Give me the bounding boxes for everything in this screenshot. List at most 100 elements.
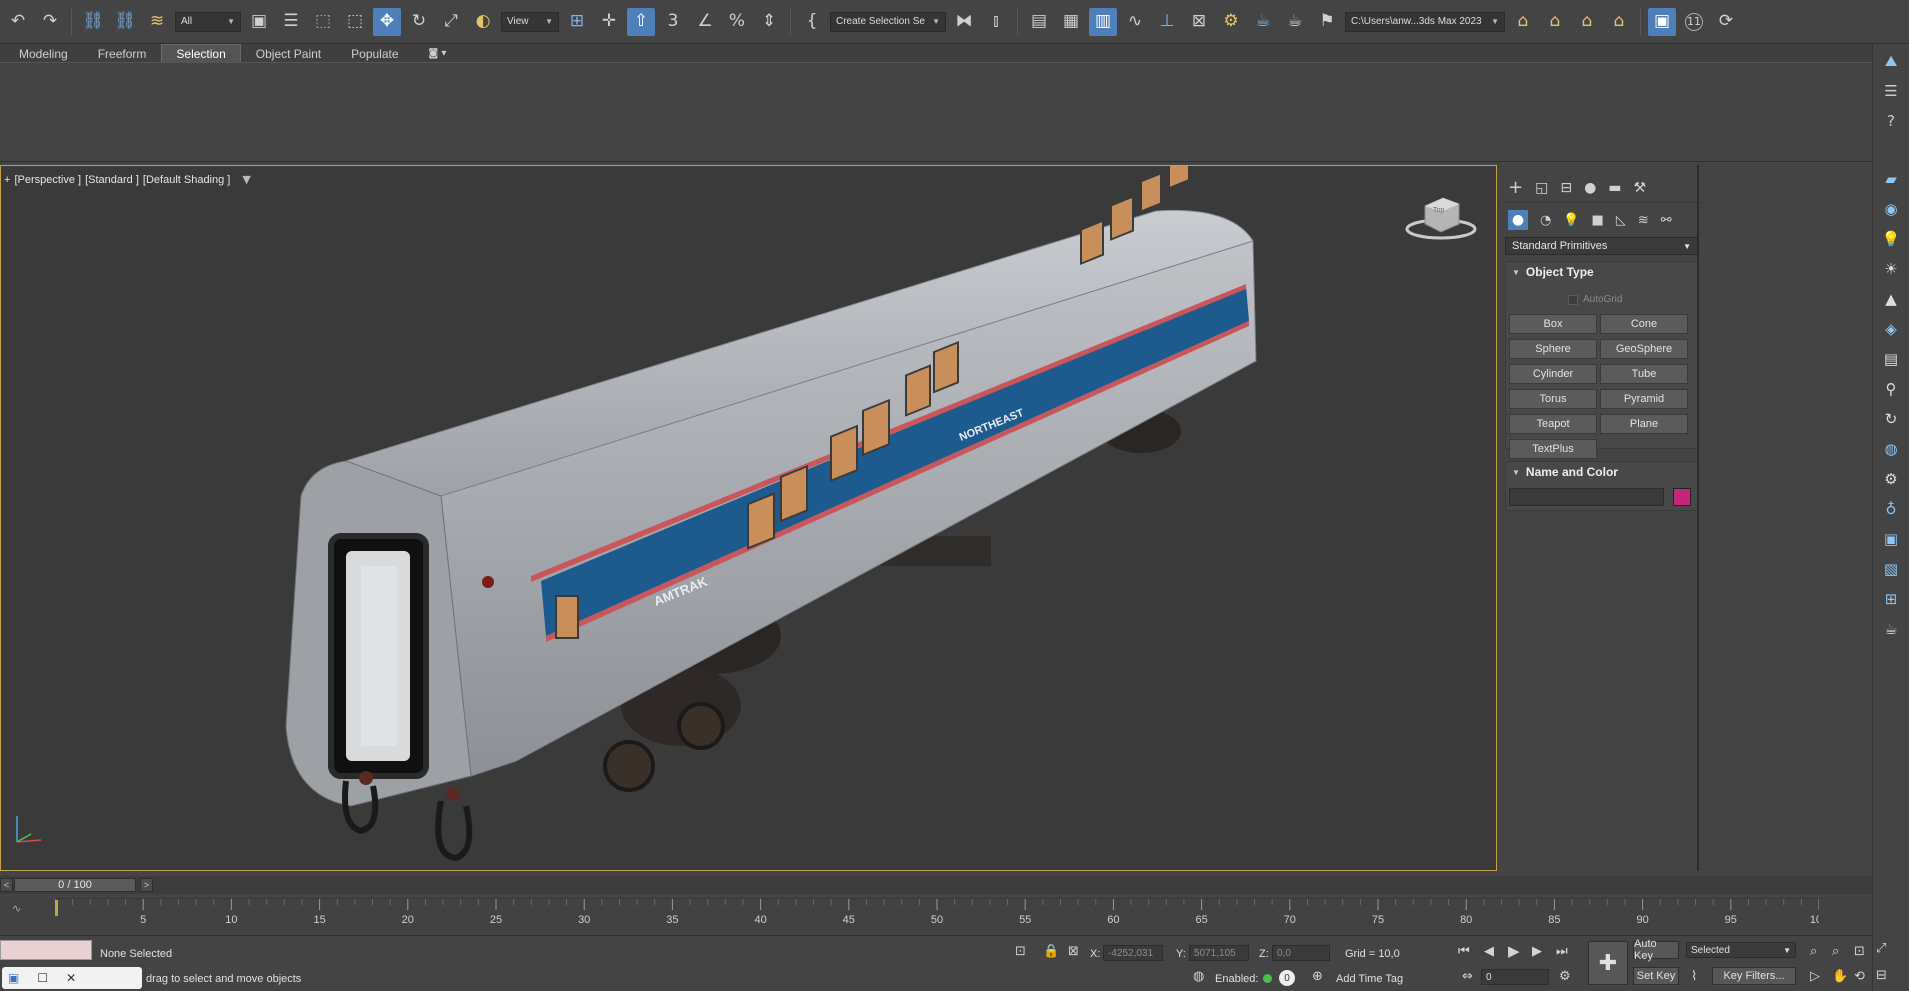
display-tab-icon[interactable]: ▬ [1608,181,1621,195]
time-tag-icon[interactable]: ⊕ [1312,969,1323,984]
previous-frame-icon[interactable]: ◀ [1484,944,1494,959]
rectangular-selection-icon[interactable]: ⬚ [309,8,337,36]
cameras-category-icon[interactable]: ■ [1592,214,1604,227]
cylinder-button[interactable]: Cylinder [1509,364,1597,384]
orbit-icon[interactable]: ⟲ [1854,969,1865,984]
render-preview-icon[interactable]: ◉ [1881,198,1901,220]
go-to-end-icon[interactable]: ⏭ [1556,944,1568,959]
zoom-all-icon[interactable]: ⌕ [1832,944,1839,959]
curve-editor-icon[interactable]: ∿ [1121,8,1149,36]
autogrid-checkbox[interactable]: AutoGrid [1568,294,1622,305]
geometry-category-icon[interactable]: ● [1508,210,1528,230]
tab-selection[interactable]: Selection [161,44,241,62]
tab-populate[interactable]: Populate [336,44,413,62]
viewport-standard-menu[interactable]: [Standard ] [85,174,139,186]
torus-button[interactable]: Torus [1509,389,1597,409]
auto-key-button[interactable]: Auto Key [1633,938,1679,962]
ribbon-options-icon[interactable]: ◙ ▾ [414,44,462,62]
perspective-viewport[interactable]: AMTRAK NORTHEAST Top + [Perspective] [S… [0,165,1497,871]
globe-icon[interactable]: ◍ [1881,438,1901,460]
time-slider-next-button[interactable]: > [140,878,153,892]
viewport-toggle-icon[interactable]: ⊟ [1876,968,1887,983]
select-object-icon[interactable]: ▣ [245,8,273,36]
maximize-viewport-icon[interactable]: ⤢ [1876,941,1886,956]
viewport-general-menu[interactable]: + [4,174,10,186]
select-by-name-icon[interactable]: ☰ [277,8,305,36]
cone-button[interactable]: Cone [1600,314,1688,334]
refresh-icon[interactable]: ↻ [1881,408,1901,430]
grass-icon[interactable]: ◈ [1881,318,1901,340]
open-project-icon[interactable]: ⌂ [1541,8,1569,36]
select-and-rotate-icon[interactable]: ↻ [405,8,433,36]
undo-icon[interactable]: ↶ [4,8,32,36]
sphere-button[interactable]: Sphere [1509,339,1597,359]
trackbar[interactable]: ∿ 5 10 15 20 25 30 35 40 45 50 55 60 65 70 75 80 85 90 95 1… [0,898,1872,930]
filter-icon[interactable]: ▼ [242,173,250,186]
maximize-icon[interactable]: ☐ [37,971,48,985]
select-manipulate-icon[interactable]: ✛ [595,8,623,36]
pan-view-icon[interactable]: ✋ [1832,969,1848,984]
key-filters-button[interactable]: Key Filters... [1712,967,1796,985]
zoom-icon[interactable]: ⌕ [1810,944,1817,959]
play-icon[interactable]: ▶ [1508,942,1520,960]
time-configuration-icon[interactable]: ⚙ [1559,969,1571,984]
project-folder-dropdown[interactable]: C:\Users\anw...3ds Max 2023 ▼ [1345,11,1505,32]
menu-icon[interactable]: ☰ [1881,80,1901,102]
plane-button[interactable]: Plane [1600,414,1688,434]
sync-icon[interactable]: ⟳ [1712,8,1740,36]
primitive-category-dropdown[interactable]: Standard Primitives ▼ [1505,237,1698,255]
reference-coordinate-dropdown[interactable]: View ▼ [501,11,559,32]
rendered-frame-window-icon[interactable]: ☕ [1249,8,1277,36]
sign-in-icon[interactable]: ⛰ [1881,50,1901,72]
time-slider-thumb[interactable]: 0 / 100 [14,878,136,892]
object-name-field[interactable] [1509,488,1664,506]
teapot-icon[interactable]: ☕ [1881,618,1901,640]
tube-button[interactable]: Tube [1600,364,1688,384]
add-time-tag-label[interactable]: Add Time Tag [1336,973,1403,985]
current-frame-field[interactable]: 0 [1481,969,1549,985]
box-button[interactable]: Box [1509,314,1597,334]
layer-explorer-icon[interactable]: ▦ [1057,8,1085,36]
pivot-point-center-icon[interactable]: ⊞ [563,8,591,36]
isolate-selection-icon[interactable]: ⊡ [1015,944,1026,959]
panel-icon[interactable]: ▣ [1881,528,1901,550]
absolute-transform-icon[interactable]: ⊠ [1068,944,1079,959]
create-tab-icon[interactable]: + [1508,178,1523,197]
textplus-button[interactable]: TextPlus [1509,439,1597,459]
render-in-cloud-icon[interactable]: ⚑ [1313,8,1341,36]
render-setup-icon[interactable]: ⚙ [1217,8,1245,36]
adaptive-degradation-icon[interactable]: ◍ [1193,969,1204,984]
angle-snap-icon[interactable]: ∠ [691,8,719,36]
selection-filter-dropdown[interactable]: All ▼ [175,11,241,32]
frame-icon[interactable]: ▧ [1881,558,1901,580]
percent-snap-icon[interactable]: % [723,8,751,36]
object-type-header[interactable]: ▼ Object Type [1506,262,1697,282]
viewport-shading-menu[interactable]: [Default Shading ] [143,174,230,186]
modify-tab-icon[interactable]: ◱ [1535,181,1548,195]
lock-selection-icon[interactable]: 🔒 [1043,944,1059,959]
select-and-place-icon[interactable]: ◐ [469,8,497,36]
current-frame-marker[interactable] [55,900,58,916]
book-icon[interactable]: ▤ [1881,348,1901,370]
snaps-toggle-icon[interactable]: 3 [659,8,687,36]
bind-space-warp-icon[interactable]: ≋ [143,8,171,36]
set-project-folder-icon[interactable]: ⌂ [1509,8,1537,36]
utilities-tab-icon[interactable]: ⚒ [1634,181,1647,195]
curve-editor-toggle-icon[interactable]: ∿ [12,902,21,915]
taskbar-window-chip[interactable]: ▣ ☐ ✕ [2,967,142,989]
command-panel-scrollbar[interactable] [1697,165,1699,871]
maxscript-listener-field[interactable] [0,940,92,960]
teapot-button[interactable]: Teapot [1509,414,1597,434]
geosphere-button[interactable]: GeoSphere [1600,339,1688,359]
time-slider-prev-button[interactable]: < [0,878,13,892]
tree-icon[interactable]: ▲ [1881,288,1901,310]
window-crossing-icon[interactable]: ⬚ [341,8,369,36]
default-tangents-icon[interactable]: ⌇ [1691,969,1697,984]
set-key-button[interactable]: Set Key [1633,967,1679,985]
viewport-label-menu[interactable]: + [Perspective ] [Standard ] [Default Sh… [4,173,251,186]
x-coordinate-field[interactable]: -4252,031 [1103,945,1163,961]
settings-icon[interactable]: ⚙ [1881,468,1901,490]
mirror-icon[interactable]: ⧓ [950,8,978,36]
zoom-extents-icon[interactable]: ⊡ [1854,944,1865,959]
field-of-view-icon[interactable]: ▷ [1810,969,1820,984]
